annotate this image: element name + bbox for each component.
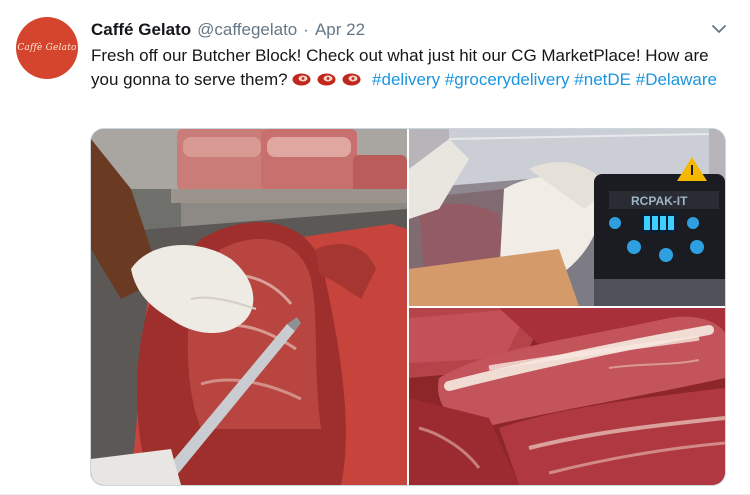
cut-of-meat-icon [317,69,336,86]
hashtag-netde[interactable]: #netDE [574,70,631,89]
cut-of-meat-icon [292,69,311,86]
hashtag-delaware[interactable]: #Delaware [636,70,717,89]
tweet-card[interactable]: Caffè Gelato Caffé Gelato @caffegelato ·… [0,0,750,495]
user-handle[interactable]: @caffegelato [197,19,297,41]
hashtag-grocerydelivery[interactable]: #grocerydelivery [445,70,570,89]
display-name[interactable]: Caffé Gelato [91,19,191,41]
photo-vacuum-sealer-machine[interactable]: RCPAK-IT [409,129,725,306]
tweet-header: Caffé Gelato @caffegelato · Apr 22 [91,19,365,41]
cut-of-meat-icon [342,69,361,86]
svg-text:RCPAK-IT: RCPAK-IT [631,194,688,208]
photo-raw-steaks[interactable] [409,308,725,485]
tweet-date[interactable]: Apr 22 [315,19,365,41]
separator-dot: · [303,20,309,39]
hashtag-delivery[interactable]: #delivery [372,70,440,89]
caffe-gelato-logo: Caffè Gelato [17,43,77,53]
photo-butcher-trimming-meat[interactable] [91,129,407,485]
chevron-down-icon[interactable] [710,20,728,38]
avatar[interactable]: Caffè Gelato [16,17,78,79]
tweet-text: Fresh off our Butcher Block! Check out w… [91,44,731,92]
media-grid: RCPAK-IT [90,128,726,486]
